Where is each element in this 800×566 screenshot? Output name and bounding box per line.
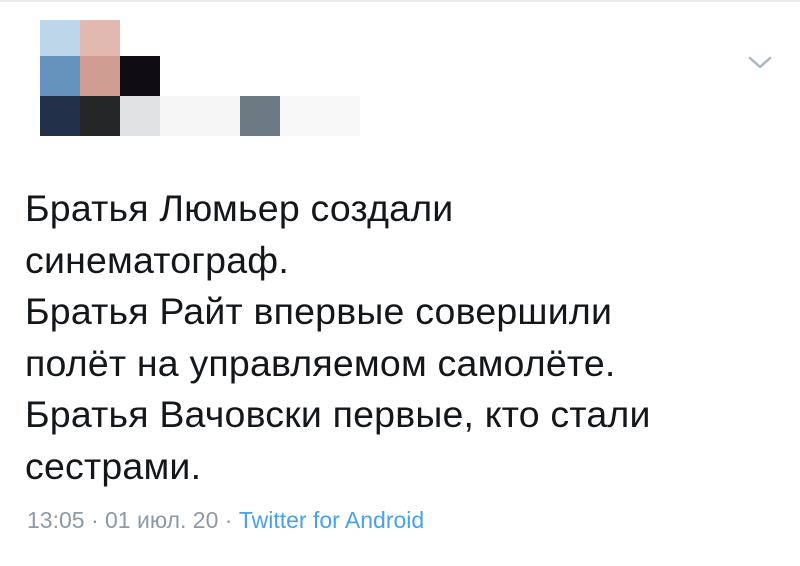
avatar-pixel: [80, 20, 120, 56]
name-pixel: [240, 96, 280, 136]
avatar-pixel: [40, 56, 80, 96]
tweet-time[interactable]: 13:05: [27, 507, 85, 533]
avatar-pixel: [40, 20, 80, 56]
tweet-text-line: полёт на управляемом самолёте.: [25, 341, 616, 384]
tweet-text: Братья Люмьер создали синематограф. Брат…: [25, 183, 785, 492]
tweet-text-line: сестрами.: [25, 444, 202, 487]
meta-separator: ·: [218, 507, 239, 533]
avatar-pixel: [120, 56, 160, 96]
tweet-meta: 13:05 · 01 июл. 20 · Twitter for Android: [27, 505, 424, 535]
avatar-pixel: [80, 96, 120, 136]
tweet-source-link[interactable]: Twitter for Android: [239, 507, 424, 533]
tweet-text-line: синематограф.: [25, 238, 289, 281]
avatar-pixel: [80, 56, 120, 96]
avatar-pixel: [40, 96, 80, 136]
tweet-text-line: Братья Райт впервые совершили: [25, 290, 613, 332]
chevron-down-icon[interactable]: [746, 50, 774, 74]
tweet-card: Братья Люмьер создали синематограф. Брат…: [0, 0, 800, 566]
name-pixel: [280, 96, 360, 136]
tweet-text-line: Братья Вачовски первые, кто стали: [25, 393, 651, 435]
name-pixel: [160, 96, 240, 136]
tweet-date[interactable]: 01 июл. 20: [105, 507, 218, 533]
tweet-text-line: Братья Люмьер создали: [25, 187, 454, 229]
meta-separator: ·: [84, 507, 106, 533]
avatar-pixel: [120, 96, 160, 136]
